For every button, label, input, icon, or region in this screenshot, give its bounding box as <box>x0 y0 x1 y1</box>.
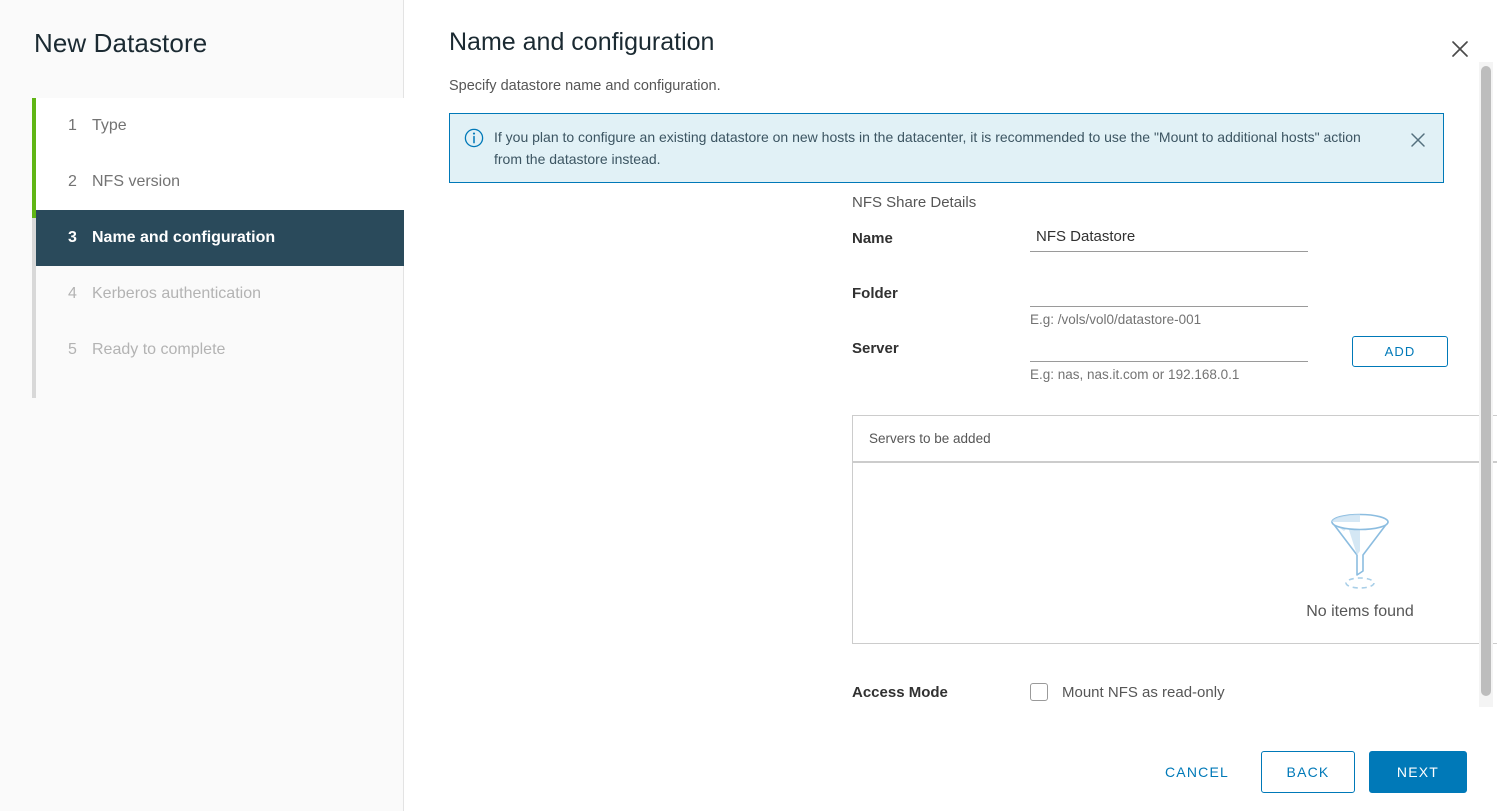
name-field-wrap <box>1030 224 1308 252</box>
form-row-folder: Folder E.g: /vols/vol0/datastore-001 <box>852 279 1497 334</box>
alert-close-icon[interactable] <box>1407 129 1429 151</box>
back-button[interactable]: BACK <box>1261 751 1355 793</box>
empty-state-text: No items found <box>1306 603 1414 621</box>
table-empty-state: No items found <box>853 463 1497 643</box>
funnel-icon <box>1324 511 1396 589</box>
nfs-share-details-heading: NFS Share Details <box>852 194 976 211</box>
wizard-step-list: 1 Type 2 NFS version 3 Name and configur… <box>32 98 404 378</box>
sidebar-step-ready-to-complete[interactable]: 5 Ready to complete <box>36 322 404 378</box>
info-alert: If you plan to configure an existing dat… <box>449 113 1444 183</box>
form-row-name: Name <box>852 224 1497 279</box>
server-label: Server <box>852 334 1030 357</box>
new-datastore-wizard: New Datastore 1 Type 2 NFS version 3 Nam… <box>0 0 1497 811</box>
mount-read-only-checkbox[interactable] <box>1030 683 1048 701</box>
step-label: Name and configuration <box>92 229 275 247</box>
step-label: NFS version <box>92 173 180 191</box>
step-label: Type <box>92 117 127 135</box>
vertical-scrollbar-thumb[interactable] <box>1481 66 1491 696</box>
close-icon[interactable] <box>1445 34 1475 64</box>
step-number: 1 <box>68 117 92 135</box>
access-mode-label: Access Mode <box>852 684 1030 701</box>
step-number: 2 <box>68 173 92 191</box>
folder-hint: E.g: /vols/vol0/datastore-001 <box>1030 312 1201 327</box>
vertical-scrollbar-track[interactable] <box>1479 62 1493 707</box>
cancel-button[interactable]: CANCEL <box>1147 754 1247 790</box>
next-button[interactable]: NEXT <box>1369 751 1467 793</box>
server-hint: E.g: nas, nas.it.com or 192.168.0.1 <box>1030 367 1239 382</box>
add-button-wrap: ADD <box>1352 334 1448 367</box>
info-circle-icon <box>464 128 484 148</box>
wizard-main-panel: Name and configuration Specify datastore… <box>404 0 1497 811</box>
step-number: 5 <box>68 341 92 359</box>
name-label: Name <box>852 224 1030 247</box>
step-label: Kerberos authentication <box>92 285 261 303</box>
datastore-name-input[interactable] <box>1030 224 1308 252</box>
server-input[interactable] <box>1030 334 1308 362</box>
sidebar-step-kerberos-authentication[interactable]: 4 Kerberos authentication <box>36 266 404 322</box>
mount-read-only-label[interactable]: Mount NFS as read-only <box>1062 684 1225 701</box>
sidebar-step-nfs-version[interactable]: 2 NFS version <box>36 154 404 210</box>
table-column-header: Servers to be added <box>853 416 1497 463</box>
form-row-server: Server E.g: nas, nas.it.com or 192.168.0… <box>852 334 1497 389</box>
wizard-title: New Datastore <box>34 28 207 59</box>
server-field-wrap: E.g: nas, nas.it.com or 192.168.0.1 <box>1030 334 1308 362</box>
servers-to-be-added-table: Servers to be added <box>852 415 1497 644</box>
add-server-button[interactable]: ADD <box>1352 336 1448 367</box>
step-number: 3 <box>68 229 92 247</box>
page-title: Name and configuration <box>449 28 714 57</box>
sidebar-step-type[interactable]: 1 Type <box>36 98 404 154</box>
step-number: 4 <box>68 285 92 303</box>
folder-input[interactable] <box>1030 279 1308 307</box>
table-header-label: Servers to be added <box>869 431 991 446</box>
page-subtitle: Specify datastore name and configuration… <box>449 78 721 94</box>
step-label: Ready to complete <box>92 341 225 359</box>
wizard-footer: CANCEL BACK NEXT <box>404 733 1497 811</box>
access-mode-row: Access Mode Mount NFS as read-only <box>852 683 1225 701</box>
info-alert-text: If you plan to configure an existing dat… <box>494 126 1407 170</box>
nfs-share-details-form: Name Folder E.g: /vols/vol0/datastore-00… <box>852 224 1497 389</box>
sidebar-step-name-and-configuration[interactable]: 3 Name and configuration <box>36 210 404 266</box>
wizard-sidebar: New Datastore 1 Type 2 NFS version 3 Nam… <box>0 0 404 811</box>
folder-label: Folder <box>852 279 1030 302</box>
folder-field-wrap: E.g: /vols/vol0/datastore-001 <box>1030 279 1308 307</box>
